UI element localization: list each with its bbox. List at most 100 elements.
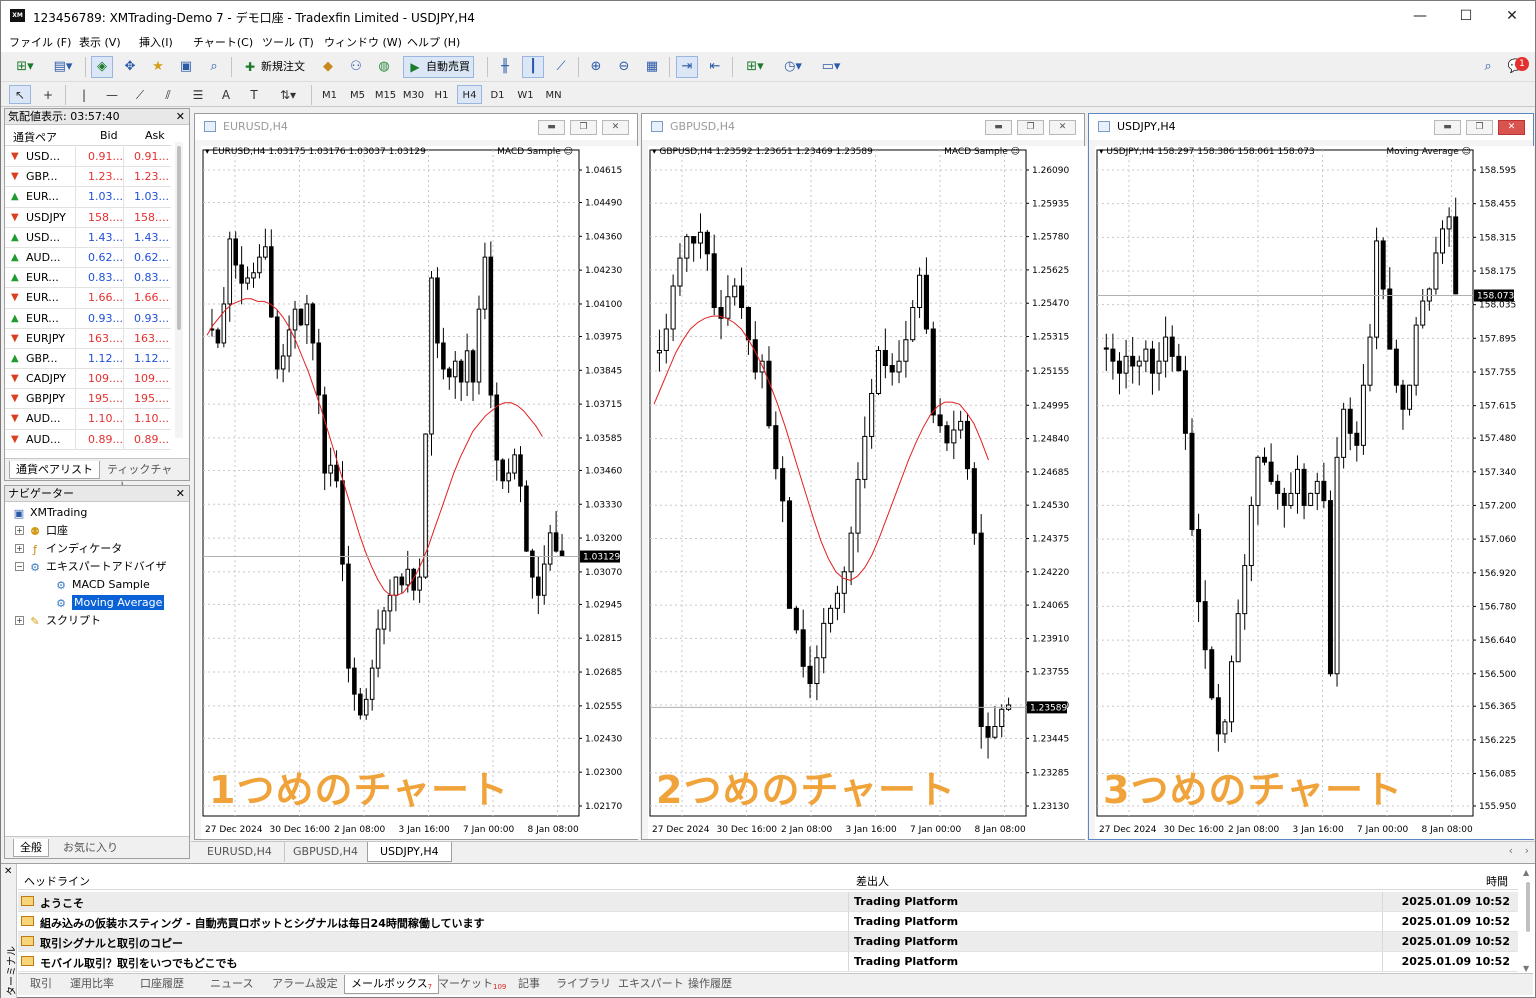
timeframe-d1[interactable]: D1 bbox=[485, 85, 510, 104]
price-chart-svg[interactable]: 1.04615 1.04490 1.04360 1.04230 1.04100 1.039… bbox=[201, 146, 640, 839]
minimize-icon[interactable]: ▬ bbox=[985, 120, 1012, 135]
indicators-icon[interactable]: ⊞▾ bbox=[739, 56, 771, 78]
metaeditor-icon[interactable]: ◆ bbox=[317, 56, 339, 78]
tab-tick-chart[interactable]: ティックチャート bbox=[101, 461, 189, 493]
chart-canvas[interactable]: 1.04615 1.04490 1.04360 1.04230 1.04100 1.039… bbox=[201, 146, 640, 839]
horizontal-line-icon[interactable]: — bbox=[101, 85, 123, 104]
profiles-icon[interactable]: ▤▾ bbox=[47, 56, 79, 78]
symbol-row[interactable]: ▲ EUR... 0.93... 0.93... bbox=[5, 308, 171, 329]
close-icon[interactable]: ✕ bbox=[1049, 120, 1076, 135]
expand-icon[interactable]: + bbox=[15, 616, 24, 625]
close-icon[interactable]: ✕ bbox=[1498, 120, 1525, 135]
auto-scroll-icon[interactable]: ⇥ bbox=[676, 56, 698, 78]
symbol-row[interactable]: ▲ AUD... 0.62... 0.62... bbox=[5, 247, 171, 269]
col-ask[interactable]: Ask bbox=[145, 129, 165, 142]
data-window-icon[interactable]: ✥ bbox=[119, 56, 141, 78]
maximize-button[interactable]: ☐ bbox=[1443, 1, 1489, 31]
close-icon[interactable]: ✕ bbox=[602, 120, 629, 135]
terminal-tab[interactable]: ライブラリ bbox=[550, 975, 617, 994]
scroll-up-icon[interactable]: ▲ bbox=[1523, 868, 1529, 877]
nav-indicators[interactable]: + ƒ インディケータ bbox=[15, 540, 122, 557]
menu-help[interactable]: ヘルプ (H) bbox=[407, 34, 460, 50]
col-headline[interactable]: ヘッドライン bbox=[24, 873, 90, 889]
chart-canvas[interactable]: 158.595 158.455 158.315 158.175 158.035 157.8… bbox=[1095, 146, 1534, 839]
terminal-tab[interactable]: エキスパート bbox=[612, 975, 690, 994]
close-icon[interactable]: ✕ bbox=[176, 109, 185, 124]
tabs-right-icon[interactable]: › bbox=[1525, 844, 1529, 857]
terminal-tab[interactable]: 記事 bbox=[512, 975, 546, 994]
terminal-tab[interactable]: アラーム設定 bbox=[266, 975, 344, 994]
navigator-icon[interactable]: ★ bbox=[147, 56, 169, 78]
bar-chart-icon[interactable]: ╫ bbox=[494, 56, 516, 78]
arrows-icon[interactable]: ⇅▾ bbox=[273, 85, 303, 104]
tab-general[interactable]: 全般 bbox=[13, 839, 49, 857]
nav-scripts[interactable]: + ✎ スクリプト bbox=[15, 612, 101, 629]
crosshair-icon[interactable]: + bbox=[37, 85, 59, 104]
terminal-tab[interactable]: マーケット109 bbox=[432, 975, 512, 994]
symbol-row[interactable]: ▲ EUR... 0.83... 0.83... bbox=[5, 268, 171, 289]
new-chart-icon[interactable]: ⊞▾ bbox=[9, 56, 41, 78]
signals-icon[interactable]: ⚇ bbox=[345, 56, 367, 78]
scroll-thumb[interactable] bbox=[177, 146, 181, 330]
symbol-row[interactable]: ▼ USD... 0.91... 0.91... bbox=[5, 147, 171, 168]
strategy-tester-icon[interactable]: ⌕ bbox=[203, 56, 225, 78]
chart-canvas[interactable]: 1.26090 1.25935 1.25780 1.25625 1.25470 1.253… bbox=[648, 146, 1087, 839]
menu-insert[interactable]: 挿入(I) bbox=[139, 34, 173, 50]
restore-icon[interactable]: ❐ bbox=[1466, 120, 1493, 135]
tab-symbols[interactable]: 通貨ペアリスト bbox=[9, 461, 100, 479]
mail-row[interactable]: 組み込みの仮装ホスティング - 自動売買ロボットとシグナルは毎日24時間稼働して… bbox=[18, 912, 1518, 932]
timeframe-h1[interactable]: H1 bbox=[429, 85, 454, 104]
chart-tab-usdjpy[interactable]: USDJPY,H4 bbox=[367, 842, 452, 862]
chart-window[interactable]: EURUSD,H4 ▬ ❐ ✕ 1.04615 1.04490 1.04360 1.04230… bbox=[194, 113, 640, 840]
mail-row[interactable]: 取引シグナルと取引のコピー Trading Platform 2025.01.09 … bbox=[18, 932, 1518, 952]
terminal-icon[interactable]: ▣ bbox=[175, 56, 197, 78]
col-bid[interactable]: Bid bbox=[100, 129, 118, 142]
minimize-icon[interactable]: ▬ bbox=[538, 120, 565, 135]
templates-icon[interactable]: ▭▾ bbox=[815, 56, 847, 78]
symbol-row[interactable]: ▼ GBPJPY 195.... 195.... bbox=[5, 389, 171, 410]
terminal-tab[interactable]: 運用比率 bbox=[64, 975, 120, 994]
symbol-row[interactable]: ▲ EUR... 1.03... 1.03... bbox=[5, 187, 171, 208]
symbol-row[interactable]: ▼ EURJPY 163.... 163.... bbox=[5, 328, 171, 349]
menu-file[interactable]: ファイル (F) bbox=[9, 34, 71, 50]
candlestick-icon[interactable]: ┃ bbox=[522, 56, 544, 78]
symbol-row[interactable]: ▼ GBP... 1.23... 1.23... bbox=[5, 167, 171, 188]
terminal-tab[interactable]: ニュース bbox=[204, 975, 259, 994]
text-label-icon[interactable]: T bbox=[243, 85, 265, 104]
menu-tools[interactable]: ツール (T) bbox=[262, 34, 314, 50]
minimize-button[interactable]: — bbox=[1397, 1, 1443, 31]
fibonacci-icon[interactable]: ☰ bbox=[187, 85, 209, 104]
collapse-icon[interactable]: − bbox=[15, 562, 24, 571]
nav-root[interactable]: ▣ XMTrading bbox=[11, 504, 88, 521]
timeframe-m15[interactable]: M15 bbox=[373, 85, 398, 104]
close-icon[interactable]: ✕ bbox=[176, 486, 185, 501]
timeframe-h4[interactable]: H4 bbox=[457, 85, 482, 104]
close-icon[interactable]: ✕ bbox=[4, 866, 12, 877]
cursor-icon[interactable]: ↖ bbox=[9, 85, 31, 104]
tile-windows-icon[interactable]: ▦ bbox=[641, 56, 663, 78]
symbol-row[interactable]: ▼ AUD... 1.10... 1.10... bbox=[5, 409, 171, 430]
nav-moving-average[interactable]: ⚙ Moving Average bbox=[53, 594, 165, 611]
market-watch-scrollbar[interactable] bbox=[175, 142, 183, 438]
terminal-tab[interactable]: メールボックス7 bbox=[344, 975, 440, 994]
symbol-row[interactable]: ▼ EUR... 1.66... 1.66... bbox=[5, 288, 171, 309]
nav-macd-sample[interactable]: ⚙ MACD Sample bbox=[53, 576, 150, 593]
col-symbol[interactable]: 通貨ペア bbox=[13, 129, 57, 145]
mail-row[interactable]: ようこそ Trading Platform 2025.01.09 10:52 bbox=[18, 892, 1518, 912]
expand-icon[interactable]: + bbox=[15, 544, 24, 553]
periods-icon[interactable]: ◷▾ bbox=[777, 56, 809, 78]
new-order-button[interactable]: ✚ 新規注文 bbox=[238, 56, 309, 78]
menu-window[interactable]: ウィンドウ (W) bbox=[324, 34, 402, 50]
restore-icon[interactable]: ❐ bbox=[1017, 120, 1044, 135]
chart-window-titlebar[interactable]: GBPUSD,H4 ▬ ❐ ✕ bbox=[642, 114, 1084, 140]
close-button[interactable]: ✕ bbox=[1489, 1, 1535, 31]
tabs-left-icon[interactable]: ‹ bbox=[1509, 844, 1513, 857]
zoom-out-icon[interactable]: ⊖ bbox=[613, 56, 635, 78]
expand-icon[interactable]: + bbox=[15, 526, 24, 535]
market-icon[interactable]: ◍ bbox=[373, 56, 395, 78]
chart-window-titlebar[interactable]: EURUSD,H4 ▬ ❐ ✕ bbox=[195, 114, 637, 140]
timeframe-m1[interactable]: M1 bbox=[317, 85, 342, 104]
channel-icon[interactable]: ⫽ bbox=[157, 85, 179, 104]
timeframe-m5[interactable]: M5 bbox=[345, 85, 370, 104]
text-icon[interactable]: A bbox=[215, 85, 237, 104]
